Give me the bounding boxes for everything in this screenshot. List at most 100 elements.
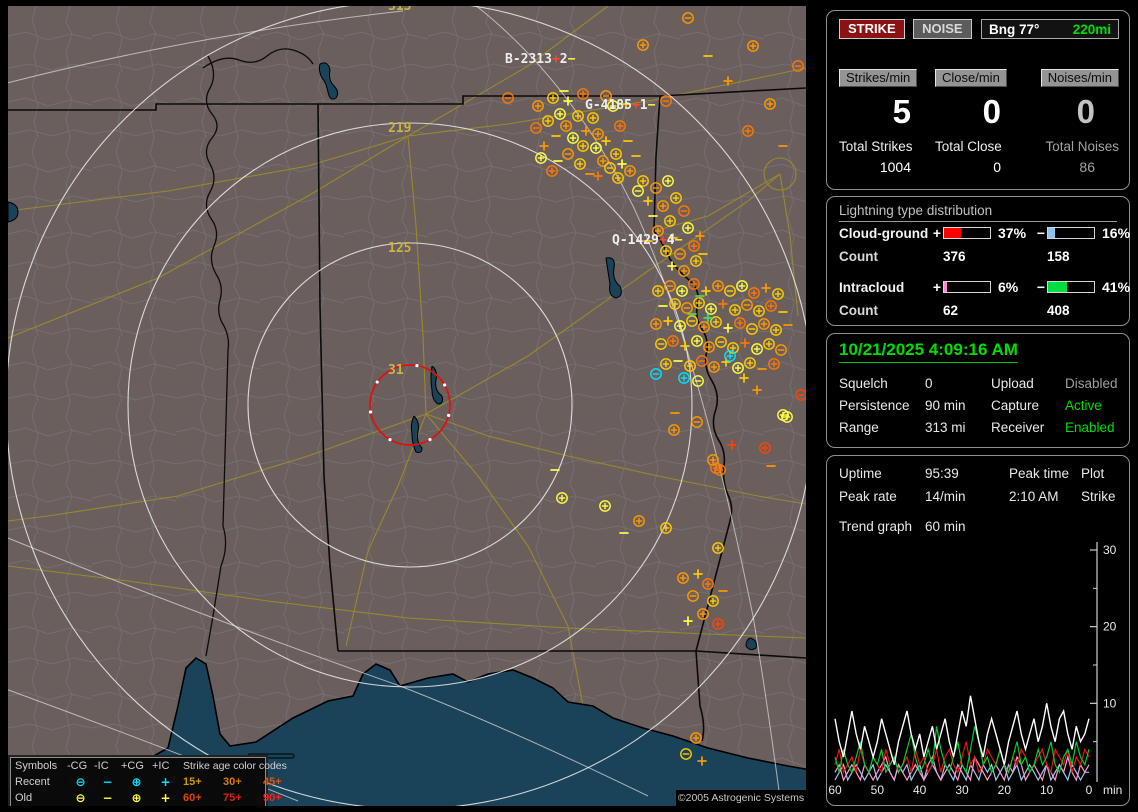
svg-text:10: 10 [1040, 783, 1054, 797]
ic-plus-recent-icon: + [160, 775, 171, 789]
receiver-label: Receiver [991, 420, 1045, 435]
svg-text:10: 10 [1103, 696, 1117, 710]
svg-text:50: 50 [871, 783, 885, 797]
plus-sign: + [932, 225, 942, 241]
squelch-value: 0 [925, 376, 933, 391]
age-30: 30+ [223, 776, 242, 788]
count-label: Count [839, 249, 878, 264]
distribution-header: Lightning type distribution [839, 203, 1117, 222]
svg-text:Q-1429+4−: Q-1429+4− [612, 233, 683, 248]
legend-row-recent-label: Recent [15, 776, 50, 788]
svg-text:30: 30 [1103, 543, 1117, 557]
persistence-value: 90 min [925, 398, 966, 413]
uptime-value: 95:39 [925, 466, 959, 481]
cg-plus-count: 376 [943, 249, 966, 264]
ic-plus-count: 62 [943, 303, 959, 318]
total-strikes-label: Total Strikes [839, 139, 913, 154]
capture-label: Capture [991, 398, 1040, 413]
svg-text:B-2313+2−: B-2313+2− [505, 52, 576, 67]
ic-minus-pct: 41% [1102, 279, 1131, 295]
age-45: 45+ [263, 776, 282, 788]
legend-row-old-label: Old [15, 792, 33, 804]
counters-panel: STRIKE NOISE Bng 77° 220mi Strikes/min C… [826, 10, 1130, 190]
plot-mode-value: Strike [1081, 489, 1116, 504]
total-noises-label: Total Noises [1045, 139, 1119, 154]
svg-text:313: 313 [388, 6, 411, 14]
strike-button[interactable]: STRIKE [839, 19, 905, 39]
close-rate: 0 [982, 93, 1001, 130]
receiver-status: Enabled [1065, 420, 1115, 435]
svg-text:G-4185+1−: G-4185+1− [585, 98, 656, 113]
cg-plus-old-icon: ⊕ [131, 791, 142, 805]
cg-minus-pct: 16% [1102, 225, 1131, 241]
minus-sign: − [1036, 225, 1046, 241]
trend-graph-label: Trend graph [839, 519, 913, 534]
ic-plus-pct: 6% [998, 279, 1019, 295]
cg-minus-count: 158 [1047, 249, 1070, 264]
copyright: ©2005 Astrogenic Systems [676, 790, 806, 806]
datetime: 10/21/2025 4:09:16 AM [839, 340, 1018, 363]
legend-col-pos-cg: +CG [121, 760, 144, 772]
plus-sign: + [932, 279, 942, 295]
legend-symbols-header: Symbols [15, 760, 58, 772]
svg-text:125: 125 [388, 241, 411, 256]
cg-plus-pct: 37% [998, 225, 1027, 241]
total-close-value: 0 [993, 159, 1001, 175]
age-75: 75+ [223, 792, 242, 804]
status-panel: 10/21/2025 4:09:16 AM Squelch 0 Upload D… [826, 333, 1130, 448]
range-label: Range [839, 420, 879, 435]
ic-minus-bar [1047, 281, 1095, 293]
noises-per-min-button[interactable]: Noises/min [1040, 69, 1119, 87]
total-noises-value: 86 [1079, 159, 1095, 175]
svg-text:60: 60 [828, 783, 842, 797]
trend-graph: 10 20 30 60 50 40 30 20 10 0 min [828, 542, 1122, 797]
cloud-ground-label: Cloud-ground [839, 225, 929, 241]
cg-plus-bar [943, 227, 991, 239]
age-15: 15+ [183, 776, 202, 788]
legend-col-neg-ic: -IC [94, 760, 109, 772]
trend-window-value: 60 min [925, 519, 966, 534]
svg-text:20: 20 [998, 783, 1012, 797]
uptime-label: Uptime [839, 466, 882, 481]
map-canvas: 313 219 125 31 B-2313+2− G-4185+1− Q-1429+4− [8, 6, 806, 806]
peak-time-value: 2:10 AM [1009, 489, 1059, 504]
peak-time-label: Peak time [1009, 466, 1070, 481]
range-value: 313 mi [925, 420, 966, 435]
strikes-rate: 5 [892, 93, 911, 130]
bearing-range: 220mi [1072, 21, 1111, 37]
close-per-min-button[interactable]: Close/min [935, 69, 1007, 87]
strikes-per-min-button[interactable]: Strikes/min [839, 69, 918, 87]
legend-col-pos-ic: +IC [152, 760, 170, 772]
ic-minus-old-icon: − [102, 791, 113, 805]
peak-rate-label: Peak rate [839, 489, 897, 504]
noises-rate: 0 [1076, 93, 1095, 130]
capture-status: Active [1065, 398, 1102, 413]
svg-text:219: 219 [388, 121, 411, 136]
svg-text:0: 0 [1086, 783, 1093, 797]
count-label: Count [839, 303, 878, 318]
svg-text:20: 20 [1103, 620, 1117, 634]
svg-text:31: 31 [388, 363, 404, 378]
legend-ages-header: Strike age color codes [183, 760, 287, 772]
legend-col-neg-cg: -CG [67, 760, 88, 772]
svg-text:40: 40 [913, 783, 927, 797]
age-60: 60+ [183, 792, 202, 804]
plot-label: Plot [1081, 466, 1105, 481]
distribution-panel: Lightning type distribution Cloud-ground… [826, 196, 1130, 326]
intracloud-label: Intracloud [839, 279, 905, 295]
svg-text:min: min [1103, 783, 1122, 797]
peak-rate-value: 14/min [925, 489, 966, 504]
ic-minus-recent-icon: − [102, 775, 113, 789]
persistence-label: Persistence [839, 398, 910, 413]
ic-minus-count: 408 [1047, 303, 1070, 318]
trend-panel: 10 20 30 60 50 40 30 20 10 0 min Uptime 95:39 Peak… [826, 455, 1130, 806]
minus-sign: − [1036, 279, 1046, 295]
upload-label: Upload [991, 376, 1034, 391]
noise-button[interactable]: NOISE [913, 19, 972, 39]
cg-plus-recent-icon: ⊕ [131, 775, 142, 789]
squelch-label: Squelch [839, 376, 888, 391]
ic-plus-bar [943, 281, 991, 293]
bearing-value: Bng 77° [989, 21, 1040, 37]
total-strikes-value: 1004 [879, 159, 911, 175]
lightning-map[interactable]: 313 219 125 31 B-2313+2− G-4185+1− Q-1429+4− S… [8, 6, 806, 806]
